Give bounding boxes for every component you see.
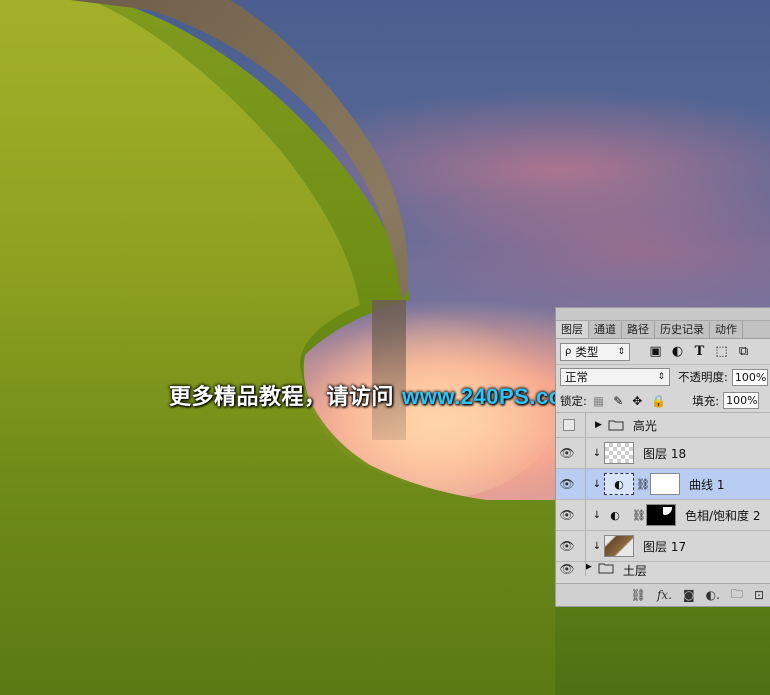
- tab-actions[interactable]: 动作: [710, 321, 743, 338]
- layer-style-fx-icon[interactable]: fx.: [657, 588, 672, 602]
- opacity-label: 不透明度:: [678, 370, 728, 384]
- panel-tabs: 图层 通道 路径 历史记录 动作: [556, 321, 770, 339]
- search-icon: ρ: [565, 346, 572, 357]
- folder-icon: [608, 419, 624, 431]
- layer-name: 高光: [632, 418, 657, 433]
- fill-label: 填充:: [692, 393, 720, 408]
- updown-arrow-icon: ⇕: [657, 372, 665, 382]
- curves-adjustment-icon[interactable]: ◐: [604, 473, 634, 495]
- layer-mask-thumbnail[interactable]: [646, 504, 676, 526]
- eye-icon[interactable]: 👁: [556, 446, 578, 460]
- divider: [585, 438, 586, 468]
- link-layers-icon[interactable]: ⛓: [631, 588, 646, 602]
- layer-mask-thumbnail[interactable]: [650, 473, 680, 495]
- filter-icons: ▣ ◐ T ⬚ ⧉: [648, 344, 751, 359]
- new-group-icon[interactable]: 🗀: [731, 585, 743, 606]
- layer-name: 图层 17: [643, 539, 687, 554]
- layer-row[interactable]: 👁 ↓ 图层 18: [556, 438, 770, 469]
- rock-debris: [372, 300, 406, 440]
- tab-paths[interactable]: 路径: [622, 321, 655, 338]
- eye-icon[interactable]: 👁: [556, 539, 578, 553]
- layer-row[interactable]: 👁 ▶ 土层: [556, 562, 770, 576]
- add-mask-icon[interactable]: ◙: [683, 588, 695, 602]
- watermark-text: 更多精品教程，请访问: [169, 385, 403, 410]
- tab-channels[interactable]: 通道: [589, 321, 622, 338]
- layer-name: 图层 18: [643, 446, 687, 461]
- shape-filter-icon[interactable]: ⬚: [714, 344, 729, 359]
- divider: [585, 469, 586, 499]
- fill-input[interactable]: 100%: [723, 392, 760, 409]
- layer-filter-row: ρ 类型 ⇕ ▣ ◐ T ⬚ ⧉: [556, 339, 770, 365]
- pixel-filter-icon[interactable]: ▣: [648, 344, 663, 359]
- new-layer-icon[interactable]: ⊡: [754, 588, 764, 602]
- eye-icon[interactable]: 👁: [556, 508, 578, 522]
- clipping-arrow-icon: ↓: [592, 478, 602, 490]
- eye-icon[interactable]: 👁: [556, 562, 578, 576]
- divider: [585, 562, 586, 576]
- lock-image-icon[interactable]: ✎: [613, 394, 623, 408]
- filter-kind-select[interactable]: ρ 类型 ⇕: [560, 342, 630, 361]
- clipping-arrow-icon: ↓: [592, 447, 602, 459]
- smart-object-filter-icon[interactable]: ⧉: [736, 344, 751, 359]
- expand-arrow-icon[interactable]: ▶: [595, 420, 602, 430]
- layer-name: 曲线 1: [689, 477, 725, 492]
- divider: [585, 531, 586, 561]
- watermark: 更多精品教程，请访问 www.240PS.com: [169, 379, 583, 411]
- lock-transparent-icon[interactable]: ▦: [593, 394, 604, 408]
- type-filter-icon[interactable]: T: [692, 344, 707, 359]
- layer-thumbnail[interactable]: [604, 535, 634, 557]
- link-icon[interactable]: ⛓: [632, 509, 646, 522]
- lock-position-icon[interactable]: ✥: [632, 394, 642, 408]
- blend-mode-select[interactable]: 正常 ⇕: [560, 368, 670, 386]
- tab-history[interactable]: 历史记录: [655, 321, 710, 338]
- layers-panel: 图层 通道 路径 历史记录 动作 ρ 类型 ⇕ ▣ ◐ T ⬚ ⧉ 正常 ⇕ 不…: [555, 307, 770, 607]
- visibility-toggle-off[interactable]: [563, 419, 575, 431]
- adjustment-filter-icon[interactable]: ◐: [670, 344, 685, 359]
- blend-mode-label: 正常: [565, 370, 588, 384]
- divider: [585, 413, 586, 437]
- divider: [585, 500, 586, 530]
- opacity-input[interactable]: 100%: [731, 368, 768, 386]
- filter-kind-label: 类型: [575, 344, 599, 359]
- tab-layers[interactable]: 图层: [556, 321, 589, 338]
- layer-row-selected[interactable]: 👁 ↓ ◐ ⛓ 曲线 1: [556, 469, 770, 500]
- layer-row[interactable]: 👁 ↓ 图层 17: [556, 531, 770, 562]
- layer-thumbnail[interactable]: [604, 442, 634, 464]
- blend-row: 正常 ⇕ 不透明度: 100%: [556, 365, 770, 389]
- lock-all-icon[interactable]: 🔒: [651, 394, 666, 408]
- lock-label: 锁定:: [560, 393, 587, 408]
- hue-saturation-adjustment-icon[interactable]: ◐: [604, 504, 626, 526]
- panel-bottom-bar: ⛓ fx. ◙ ◐. 🗀 ⊡: [556, 583, 770, 606]
- layer-row[interactable]: 👁 ↓ ◐ ⛓ 色相/饱和度 2: [556, 500, 770, 531]
- layer-name: 色相/饱和度 2: [685, 508, 761, 523]
- layer-row[interactable]: ▶ 高光: [556, 413, 770, 438]
- lock-icons: ▦ ✎ ✥ 🔒: [593, 394, 666, 408]
- clipping-arrow-icon: ↓: [592, 540, 602, 552]
- new-adjustment-icon[interactable]: ◐.: [706, 588, 720, 602]
- expand-arrow-icon[interactable]: ▶: [585, 562, 592, 572]
- layer-name: 土层: [622, 564, 647, 576]
- panel-drag-strip[interactable]: [556, 308, 770, 321]
- folder-icon: [598, 562, 614, 574]
- clipping-arrow-icon: ↓: [592, 509, 602, 521]
- eye-icon[interactable]: 👁: [556, 477, 578, 491]
- updown-arrow-icon: ⇕: [617, 346, 625, 357]
- lock-row: 锁定: ▦ ✎ ✥ 🔒 填充: 100%: [556, 389, 770, 413]
- link-icon[interactable]: ⛓: [636, 478, 650, 491]
